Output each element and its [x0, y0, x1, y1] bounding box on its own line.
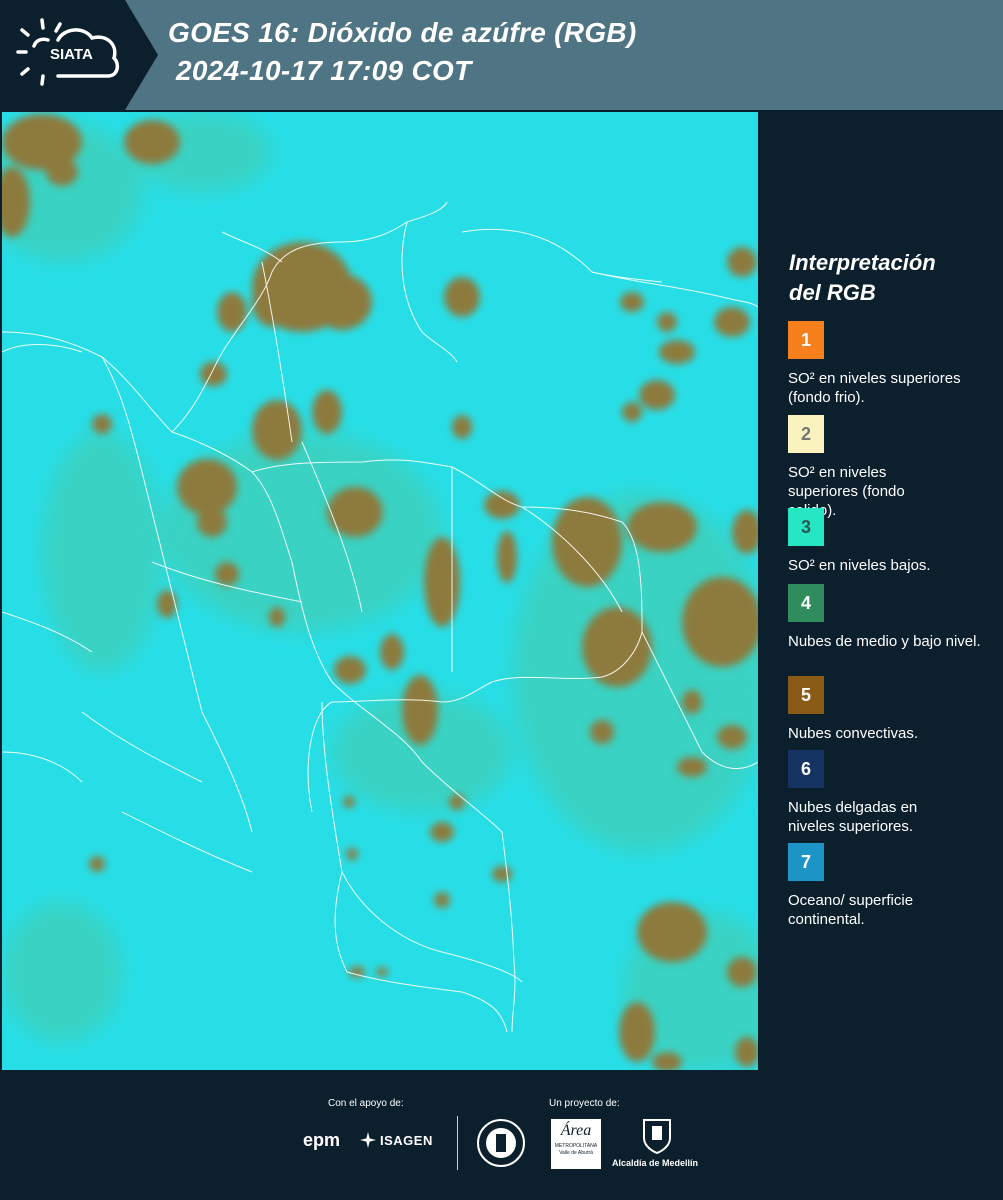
medellin-seal-icon [477, 1119, 525, 1167]
isagen-icon [360, 1132, 376, 1148]
legend-swatch-2: 2 [788, 415, 824, 453]
area-logo-line-3: Valle de Aburrá [559, 1150, 593, 1156]
legend-title-line-1: Interpretación [789, 250, 936, 275]
legend-item-5: 5 Nubes convectivas. [788, 676, 993, 743]
siata-logo-text: SIATA [50, 46, 93, 63]
legend-label-3: SO² en niveles bajos. [788, 557, 931, 574]
legend-swatch-6: 6 [788, 750, 824, 788]
legend-label-7: Oceano/ superficie continental. [788, 892, 914, 928]
epm-logo: epm [303, 1130, 341, 1150]
legend-swatch-7: 7 [788, 843, 824, 881]
legend-swatch-4: 4 [788, 584, 824, 622]
legend-label-1: SO² en niveles superiores (fondo frio). [788, 370, 961, 406]
legend-item-4: 4 Nubes de medio y bajo nivel. [788, 584, 993, 651]
legend-item-3: 3 SO² en niveles bajos. [788, 508, 993, 575]
sun-cloud-icon: SIATA [16, 18, 120, 86]
legend-swatch-5: 5 [788, 676, 824, 714]
area-metropolitana-logo: Área METROPOLITANA Valle de Aburrá [551, 1119, 601, 1169]
legend-title: Interpretación del RGB [789, 248, 936, 308]
header-bar: SIATA GOES 16: Dióxido de azúfre (RGB) 2… [0, 0, 1003, 110]
footer: Con el apoyo de: Un proyecto de: epm ISA… [0, 1070, 1003, 1200]
area-logo-line-1: Área [560, 1122, 592, 1139]
page-title: GOES 16: Dióxido de azúfre (RGB) 2024-10… [168, 14, 637, 90]
isagen-logo: ISAGEN [360, 1132, 433, 1148]
legend-title-line-2: del RGB [789, 280, 876, 305]
legend-swatch-3: 3 [788, 508, 824, 546]
alcaldia-text: Alcaldía de Medellín [612, 1158, 699, 1168]
satellite-map-graphic [2, 112, 758, 1070]
legend-item-1: 1 SO² en niveles superiores (fondo frio)… [788, 321, 993, 407]
legend-item-2: 2 SO² en niveles superiores (fondo calid… [788, 415, 993, 520]
legend-label-5: Nubes convectivas. [788, 725, 919, 742]
support-label: Con el apoyo de: [328, 1098, 404, 1109]
legend-panel: Interpretación del RGB 1 SO² en niveles … [760, 110, 1003, 1070]
legend-swatch-1: 1 [788, 321, 824, 359]
alcaldia-shield-icon [643, 1119, 671, 1154]
legend-item-6: 6 Nubes delgadas en niveles superiores. [788, 750, 993, 836]
isagen-text: ISAGEN [380, 1132, 433, 1148]
title-line-2: 2024-10-17 17:09 COT [176, 55, 472, 86]
legend-item-7: 7 Oceano/ superficie continental. [788, 843, 993, 929]
siata-logo: SIATA [14, 14, 126, 94]
legend-label-6: Nubes delgadas en niveles superiores. [788, 799, 918, 835]
footer-separator [457, 1116, 458, 1170]
project-label: Un proyecto de: [549, 1098, 620, 1109]
title-line-1: GOES 16: Dióxido de azúfre (RGB) [168, 17, 637, 48]
satellite-map [2, 112, 758, 1070]
area-logo-line-2: METROPOLITANA [554, 1143, 598, 1149]
legend-label-4: Nubes de medio y bajo nivel. [788, 633, 981, 650]
